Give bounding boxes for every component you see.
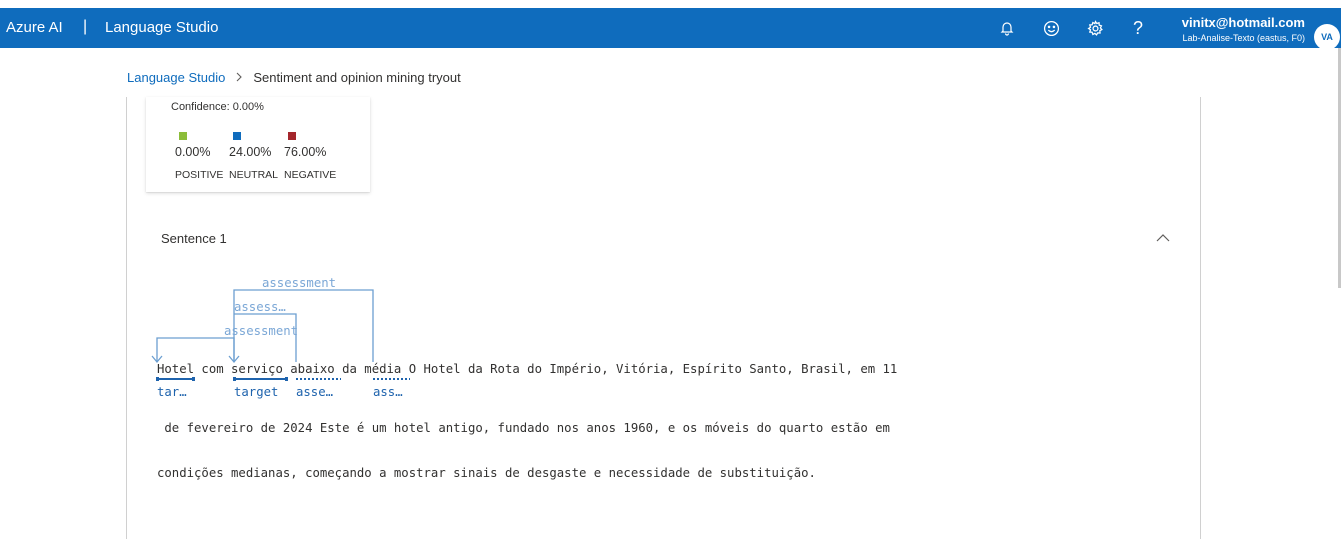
token-label-assessment-2: ass… xyxy=(373,385,403,399)
arc-label-assessment: assessment xyxy=(262,276,337,290)
brand-link[interactable]: Azure AI xyxy=(6,19,63,36)
neutral-swatch xyxy=(233,132,241,140)
header-separator: | xyxy=(83,18,88,35)
panel-border-left xyxy=(126,97,127,539)
token-label-target-1: tar… xyxy=(157,385,187,399)
neutral-label: NEUTRAL xyxy=(229,169,279,181)
panel-border-right xyxy=(1200,97,1201,539)
arc-label-assess: assess… xyxy=(234,300,286,314)
sentence-line-3: condições medianas, começando a mostrar … xyxy=(157,466,816,480)
negative-swatch xyxy=(288,132,296,140)
settings-icon[interactable] xyxy=(1085,18,1105,38)
negative-label: NEGATIVE xyxy=(284,169,337,181)
bell-icon[interactable] xyxy=(997,18,1017,38)
neutral-score: 24.00% NEUTRAL xyxy=(229,132,278,181)
positive-value: 0.00% xyxy=(175,145,211,159)
breadcrumb: Language Studio Sentiment and opinion mi… xyxy=(127,70,461,85)
breadcrumb-root-link[interactable]: Language Studio xyxy=(127,70,225,85)
positive-swatch xyxy=(179,132,187,140)
product-link[interactable]: Language Studio xyxy=(105,19,218,36)
avatar[interactable]: VA xyxy=(1314,24,1340,50)
token-label-assessment-1: asse… xyxy=(296,385,334,399)
positive-label: POSITIVE xyxy=(175,169,224,181)
account-resource: Lab-Analise-Texto (eastus, F0) xyxy=(1182,33,1305,43)
document-sentiment-card: Confidence: 0.00% 0.00% POSITIVE 24.00% … xyxy=(146,97,370,192)
top-bar: Azure AI | Language Studio ? vinitx@hotm… xyxy=(0,8,1341,50)
sentence-line-1: Hotel com serviço abaixo da média O Hote… xyxy=(157,362,898,376)
token-label-target-2: target xyxy=(234,385,279,399)
arc-label-assessment-2: assessment xyxy=(224,324,299,338)
breadcrumb-current: Sentiment and opinion mining tryout xyxy=(253,70,461,85)
smiley-icon[interactable] xyxy=(1041,18,1061,38)
arc-servico-hotel xyxy=(156,337,235,362)
chevron-right-icon xyxy=(235,71,243,85)
arc-abaixo-servico xyxy=(234,313,297,362)
sentence-line-2: de fevereiro de 2024 Este é um hotel ant… xyxy=(157,421,890,435)
account-email[interactable]: vinitx@hotmail.com xyxy=(1178,15,1305,30)
negative-value: 76.00% xyxy=(284,145,327,159)
positive-score: 0.00% POSITIVE xyxy=(175,132,223,181)
help-icon[interactable]: ? xyxy=(1128,18,1148,38)
chevron-up-icon[interactable] xyxy=(1156,230,1172,244)
sentence-title: Sentence 1 xyxy=(161,231,227,246)
confidence-text: Confidence: 0.00% xyxy=(171,101,264,113)
neutral-value: 24.00% xyxy=(229,145,272,159)
negative-score: 76.00% NEGATIVE xyxy=(284,132,336,181)
